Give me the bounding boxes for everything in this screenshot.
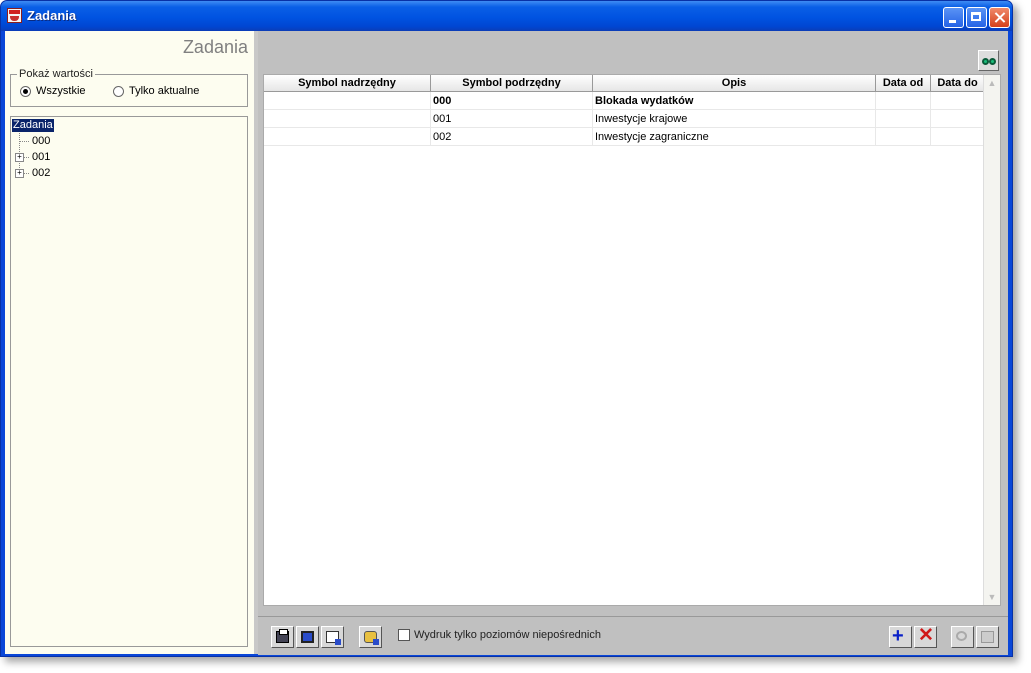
radio-all-button[interactable] — [20, 85, 31, 97]
cell-date-to[interactable] — [931, 92, 985, 110]
cell-child-symbol[interactable]: 000 — [431, 92, 593, 110]
radio-current-label[interactable]: Tylko aktualne — [129, 85, 199, 97]
checkbox-label[interactable]: Wydruk tylko poziomów niepośrednich — [414, 629, 601, 641]
cell-description[interactable]: Inwestycje zagraniczne — [593, 128, 876, 146]
database-icon — [364, 631, 379, 645]
data-grid[interactable]: Symbol nadrzędny Symbol podrzędny Opis D… — [263, 74, 1001, 606]
title-bar[interactable]: Zadania — [1, 1, 1012, 31]
maximize-icon[interactable] — [966, 7, 987, 28]
binoculars-icon — [982, 56, 996, 66]
export-button[interactable] — [321, 626, 344, 648]
tree-node-001[interactable]: 001 — [32, 151, 50, 164]
cell-date-from[interactable] — [876, 92, 931, 110]
tree-view[interactable]: Zadania 000 + 001 + 002 — [10, 116, 248, 647]
cell-date-from[interactable] — [876, 128, 931, 146]
cell-parent-symbol[interactable] — [264, 110, 431, 128]
checkbox-box[interactable] — [398, 629, 410, 641]
cell-parent-symbol[interactable] — [264, 92, 431, 110]
delete-icon: ✕ — [918, 625, 934, 646]
radio-all-label[interactable]: Wszystkie — [36, 85, 86, 97]
filter-group-label: Pokaż wartości — [17, 68, 95, 80]
column-header-date-to[interactable]: Data do — [931, 75, 985, 92]
delete-button[interactable]: ✕ — [914, 625, 937, 648]
cell-date-to[interactable] — [931, 110, 985, 128]
column-header-date-from[interactable]: Data od — [876, 75, 931, 92]
app-icon[interactable] — [7, 8, 22, 23]
expand-icon[interactable]: + — [15, 169, 24, 178]
tree-node-000[interactable]: 000 — [32, 135, 50, 148]
column-header-description[interactable]: Opis — [593, 75, 876, 92]
tree-node-002[interactable]: 002 — [32, 167, 50, 180]
left-panel: Zadania Pokaż wartości Wszystkie Tylko a… — [5, 31, 254, 654]
cell-parent-symbol[interactable] — [264, 128, 431, 146]
direct-levels-checkbox[interactable]: Wydruk tylko poziomów niepośrednich — [398, 629, 601, 641]
window-title: Zadania — [27, 8, 77, 23]
save-button[interactable] — [976, 626, 999, 648]
plus-icon: + — [892, 625, 904, 647]
undo-icon — [956, 631, 967, 641]
tree-connector — [19, 141, 29, 142]
print-icon — [276, 629, 289, 643]
add-button[interactable]: + — [889, 625, 912, 648]
panel-title: Zadania — [182, 37, 248, 57]
table-row[interactable]: 000 Blokada wydatków — [264, 92, 985, 110]
import-button[interactable] — [359, 626, 382, 648]
vertical-scrollbar[interactable]: ▲ ▼ — [983, 75, 1000, 605]
export-icon — [326, 631, 341, 645]
cell-child-symbol[interactable]: 001 — [431, 110, 593, 128]
radio-all[interactable]: Wszystkie — [20, 85, 86, 97]
client-area: Zadania Pokaż wartości Wszystkie Tylko a… — [5, 31, 1008, 655]
minimize-icon[interactable] — [943, 7, 964, 28]
cell-description[interactable]: Inwestycje krajowe — [593, 110, 876, 128]
tree-root-node[interactable]: Zadania — [12, 119, 54, 132]
save-icon — [981, 631, 994, 643]
bottom-toolbar: Wydruk tylko poziomów niepośrednich + ✕ — [258, 616, 1008, 655]
grid-header: Symbol nadrzędny Symbol podrzędny Opis D… — [264, 75, 985, 92]
scroll-up-icon[interactable]: ▲ — [984, 75, 1000, 91]
cell-date-from[interactable] — [876, 110, 931, 128]
filter-group: Pokaż wartości Wszystkie Tylko aktualne — [10, 68, 248, 107]
preview-button[interactable] — [296, 626, 319, 648]
cell-date-to[interactable] — [931, 128, 985, 146]
screen-preview-icon — [301, 631, 314, 643]
app-window: Zadania Zadania Pokaż wartości Wszystkie… — [0, 0, 1013, 657]
scroll-down-icon[interactable]: ▼ — [984, 589, 1000, 605]
table-row[interactable]: 002 Inwestycje zagraniczne — [264, 128, 985, 146]
grid-body: 000 Blokada wydatków 001 Inwestycje kraj… — [264, 92, 985, 146]
cell-child-symbol[interactable]: 002 — [431, 128, 593, 146]
cell-description[interactable]: Blokada wydatków — [593, 92, 876, 110]
close-icon[interactable] — [989, 7, 1010, 28]
radio-current-button[interactable] — [113, 85, 124, 97]
print-button[interactable] — [271, 626, 294, 648]
pane-splitter[interactable] — [254, 31, 258, 654]
undo-button[interactable] — [951, 626, 974, 648]
find-button[interactable] — [978, 50, 999, 71]
table-row[interactable]: 001 Inwestycje krajowe — [264, 110, 985, 128]
expand-icon[interactable]: + — [15, 153, 24, 162]
column-header-child-symbol[interactable]: Symbol podrzędny — [431, 75, 593, 92]
radio-current[interactable]: Tylko aktualne — [113, 85, 199, 97]
column-header-parent-symbol[interactable]: Symbol nadrzędny — [264, 75, 431, 92]
